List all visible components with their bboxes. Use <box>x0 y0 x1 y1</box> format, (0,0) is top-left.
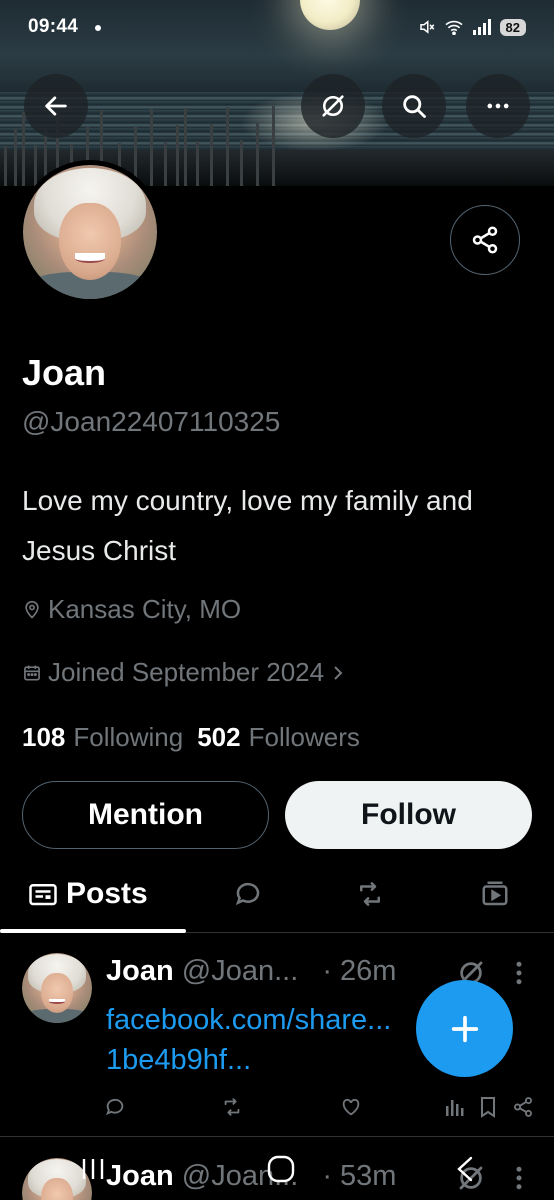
grok-button[interactable] <box>301 74 365 138</box>
wifi-icon <box>444 20 463 35</box>
like-action-icon[interactable] <box>340 1096 362 1118</box>
mute-icon <box>419 20 434 34</box>
recent-apps-icon[interactable] <box>78 1155 108 1183</box>
fence-post <box>164 142 167 186</box>
posts-icon <box>29 884 57 906</box>
profile-location: Kansas City, MO <box>22 594 241 625</box>
fence-post <box>256 123 259 186</box>
following-count: 108 <box>22 722 66 752</box>
repost-action-icon[interactable] <box>220 1096 244 1118</box>
tab-active-indicator <box>0 929 186 933</box>
location-pin-icon <box>25 600 39 619</box>
fence-post <box>34 145 37 186</box>
notification-dot <box>94 24 101 31</box>
tweet-header: Joan @Joan... · 26m <box>106 955 396 988</box>
home-icon[interactable] <box>265 1153 297 1185</box>
arrow-left-icon <box>45 96 67 116</box>
tweet-separator <box>0 1136 554 1137</box>
mention-button[interactable]: Mention <box>22 781 269 849</box>
fence-post <box>4 146 7 186</box>
tweet-avatar-face <box>40 972 74 1014</box>
fence-post <box>210 124 213 186</box>
tab-replies[interactable] <box>228 855 268 933</box>
tweet-author-name[interactable]: Joan <box>106 955 174 987</box>
tweet-avatar-smile <box>49 999 65 1005</box>
share-action-icon[interactable] <box>512 1096 534 1118</box>
fence-post <box>14 129 17 186</box>
back-button[interactable] <box>24 74 88 138</box>
status-bar: 09:44 82 <box>0 0 554 54</box>
media-icon <box>482 881 508 906</box>
share-button[interactable] <box>450 205 520 275</box>
fence-post <box>272 106 275 186</box>
followers-label: Followers <box>248 722 360 752</box>
repost-icon <box>360 882 380 906</box>
back-nav-icon[interactable] <box>454 1154 476 1184</box>
search-icon <box>403 95 426 118</box>
tab-media[interactable] <box>475 855 515 933</box>
profile-avatar[interactable] <box>18 160 162 304</box>
tweet-avatar-photo <box>22 953 92 1023</box>
avatar-face <box>59 202 121 281</box>
views-action-icon[interactable] <box>444 1096 464 1118</box>
battery-indicator: 82 <box>499 18 526 36</box>
grok-icon <box>322 95 344 117</box>
share-icon <box>472 226 498 254</box>
tweet-link-line1[interactable]: facebook.com/share... <box>106 1000 436 1040</box>
following-link[interactable]: 108 Following <box>22 722 183 753</box>
fence-post <box>22 112 25 186</box>
tweet-time: · 26m <box>322 955 397 987</box>
calendar-icon <box>24 665 40 680</box>
fence-post <box>184 108 187 186</box>
tab-posts[interactable]: Posts <box>28 855 148 933</box>
joined-text: Joined September 2024 <box>48 657 325 687</box>
signal-icon <box>472 19 491 35</box>
chevron-right-icon <box>334 665 343 680</box>
profile-tabs: Posts <box>0 855 554 933</box>
status-time: 09:44 <box>28 16 79 37</box>
tweet-link-line2[interactable]: 1be4b9hf... <box>106 1040 436 1080</box>
tab-reposts[interactable] <box>350 855 390 933</box>
location-text: Kansas City, MO <box>48 594 242 624</box>
followers-link[interactable]: 502 Followers <box>197 722 360 753</box>
bookmark-action-icon[interactable] <box>478 1096 498 1118</box>
profile-bio: Love my country, love my family and Jesu… <box>22 485 473 566</box>
plus-icon <box>451 1015 478 1042</box>
fence-post <box>240 140 243 186</box>
tab-posts-label: Posts <box>66 877 148 910</box>
following-label: Following <box>73 722 184 752</box>
follow-counts: 108 Following 502 Followers <box>22 722 360 753</box>
avatar-photo <box>23 165 157 299</box>
more-button[interactable] <box>466 74 530 138</box>
tweet-author-handle[interactable]: @Joan... <box>182 955 299 987</box>
avatar-smile <box>75 253 105 263</box>
fence-post <box>150 109 153 186</box>
profile-handle: @Joan22407110325 <box>22 406 281 437</box>
tweet-body[interactable]: facebook.com/share... 1be4b9hf... <box>106 1000 436 1080</box>
tweet-more-icon[interactable] <box>512 958 526 988</box>
reply-icon <box>235 882 260 906</box>
tweet-avatar[interactable] <box>22 953 92 1023</box>
reply-action-icon[interactable] <box>104 1096 126 1118</box>
profile-joined[interactable]: Joined September 2024 <box>22 657 346 688</box>
follow-button[interactable]: Follow <box>285 781 532 849</box>
fence-post <box>226 107 229 186</box>
followers-count: 502 <box>197 722 241 752</box>
compose-button[interactable] <box>416 980 513 1077</box>
fence-post <box>176 125 179 186</box>
system-nav-bar <box>0 1138 554 1200</box>
search-button[interactable] <box>382 74 446 138</box>
fence-post <box>196 141 199 186</box>
profile-name: Joan <box>22 352 107 393</box>
more-horizontal-icon <box>487 103 509 109</box>
